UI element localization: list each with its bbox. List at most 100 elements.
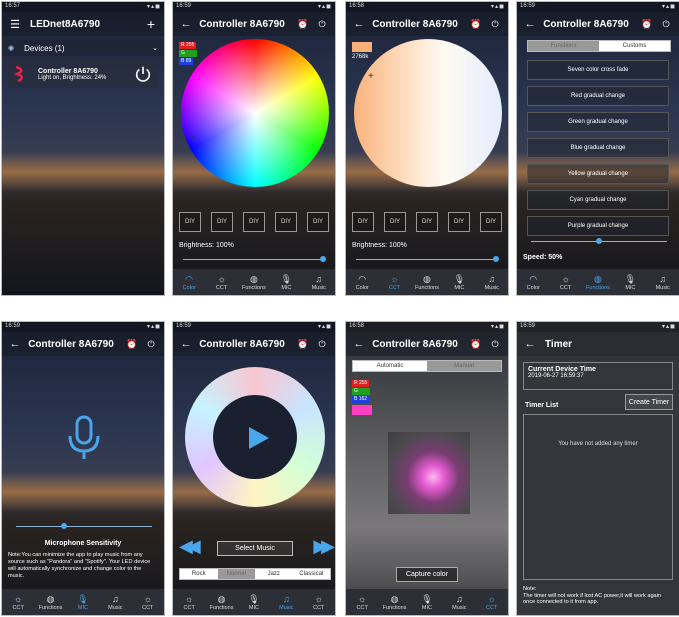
- nav-cct[interactable]: ☼ CCT: [476, 594, 508, 611]
- back-arrow-icon[interactable]: ←: [352, 18, 366, 30]
- nav-cct[interactable]: ☼ CCT: [132, 594, 164, 611]
- alarm-clock-icon[interactable]: ⏰: [469, 19, 483, 30]
- nav-color[interactable]: ◠ Color: [346, 274, 378, 291]
- function-item[interactable]: Red gradual change: [527, 86, 669, 106]
- alarm-clock-icon[interactable]: ⏰: [296, 19, 310, 30]
- alarm-clock-icon[interactable]: ⏰: [296, 339, 310, 350]
- function-item[interactable]: Cyan gradual change: [527, 190, 669, 210]
- diy-button[interactable]: DIY: [416, 212, 438, 232]
- function-item[interactable]: Seven color cross fade: [527, 60, 669, 80]
- devices-header[interactable]: ◉ Devices (1) ⌄: [2, 40, 164, 56]
- color-icon: ◠: [529, 273, 538, 284]
- nav-cct[interactable]: ☼ CCT: [206, 274, 238, 291]
- brightness-slider[interactable]: [356, 259, 496, 260]
- diy-button[interactable]: DIY: [352, 212, 374, 232]
- back-arrow-icon[interactable]: ←: [523, 338, 537, 350]
- alarm-clock-icon[interactable]: ⏰: [469, 339, 483, 350]
- nav-cct[interactable]: ☼ CCT: [379, 274, 411, 291]
- nav-functions[interactable]: ◍ Functions: [411, 274, 443, 291]
- power-icon[interactable]: ⏻: [315, 339, 329, 350]
- back-arrow-icon[interactable]: ←: [179, 18, 193, 30]
- tab-customs[interactable]: Customs: [599, 41, 670, 51]
- plus-icon[interactable]: +: [144, 16, 158, 32]
- nav-music[interactable]: ♫ Music: [476, 274, 508, 291]
- power-icon[interactable]: ⏻: [488, 339, 502, 350]
- function-item[interactable]: Blue gradual change: [527, 138, 669, 158]
- brightness-slider-knob[interactable]: [493, 256, 499, 262]
- play-icon[interactable]: [247, 426, 271, 450]
- back-arrow-icon[interactable]: ←: [523, 18, 537, 30]
- brightness-slider-knob[interactable]: [320, 256, 326, 262]
- function-item[interactable]: Yellow gradual change: [527, 164, 669, 184]
- back-arrow-icon[interactable]: ←: [179, 338, 193, 350]
- rewind-icon[interactable]: ◀◀: [179, 536, 201, 557]
- nav-music[interactable]: ♫ Music: [99, 594, 131, 611]
- genre-rock[interactable]: Rock: [180, 569, 218, 579]
- mic-sensitivity-slider[interactable]: [16, 526, 152, 527]
- power-icon[interactable]: ⏻: [144, 339, 158, 350]
- nav-functions[interactable]: ◍ Functions: [582, 274, 614, 291]
- nav-mic[interactable]: 🎙 MIC: [238, 594, 270, 611]
- capture-color-button[interactable]: Capture color: [396, 567, 458, 582]
- status-bar: 16:57 ▾▴◼: [2, 2, 164, 12]
- genre-normal[interactable]: Normal: [217, 569, 255, 579]
- nav-functions[interactable]: ◍ Functions: [206, 594, 238, 611]
- nav-cct[interactable]: ☼ CCT: [346, 594, 378, 611]
- nav-cct[interactable]: ☼ CCT: [550, 274, 582, 291]
- power-icon[interactable]: ⏻: [315, 19, 329, 30]
- nav-color[interactable]: ◠ Color: [173, 274, 205, 291]
- nav-color[interactable]: ◠ Color: [517, 274, 549, 291]
- nav-functions[interactable]: ◍ Functions: [379, 594, 411, 611]
- nav-mic[interactable]: 🎙 MIC: [270, 274, 302, 291]
- diy-button[interactable]: DIY: [384, 212, 406, 232]
- power-icon[interactable]: [134, 65, 152, 83]
- diy-button[interactable]: DIY: [211, 212, 233, 232]
- nav-mic[interactable]: 🎙 MIC: [614, 274, 646, 291]
- fast-forward-icon[interactable]: ▶▶: [313, 536, 335, 557]
- function-item[interactable]: Green gradual change: [527, 112, 669, 132]
- genre-classical[interactable]: Classical: [292, 569, 330, 579]
- device-row[interactable]: Controller 8A6790 Light on, Brightness: …: [8, 60, 158, 88]
- tab-functions[interactable]: Functions: [528, 41, 599, 51]
- power-icon[interactable]: ⏻: [659, 19, 673, 30]
- nav-cct[interactable]: ☼ CCT: [2, 594, 34, 611]
- nav-music[interactable]: ♫ Music: [647, 274, 679, 291]
- diy-button[interactable]: DIY: [243, 212, 265, 232]
- function-item[interactable]: Purple gradual change: [527, 216, 669, 236]
- nav-cct[interactable]: ☼ CCT: [173, 594, 205, 611]
- power-icon[interactable]: ⏻: [488, 19, 502, 30]
- microphone-icon[interactable]: [62, 414, 106, 464]
- diy-button[interactable]: DIY: [480, 212, 502, 232]
- nav-mic[interactable]: 🎙 MIC: [411, 594, 443, 611]
- diy-button[interactable]: DIY: [275, 212, 297, 232]
- genre-jazz[interactable]: Jazz: [255, 569, 293, 579]
- menu-icon[interactable]: ☰: [8, 18, 22, 31]
- nav-music[interactable]: ♫ Music: [443, 594, 475, 611]
- tab-manual[interactable]: Manual: [427, 361, 501, 371]
- nav-music[interactable]: ♫ Music: [303, 274, 335, 291]
- color-picker-cursor[interactable]: +: [190, 134, 196, 144]
- nav-music[interactable]: ♫ Music: [270, 594, 302, 611]
- diy-button[interactable]: DIY: [179, 212, 201, 232]
- diy-button[interactable]: DIY: [307, 212, 329, 232]
- tab-automatic[interactable]: Automatic: [353, 361, 427, 371]
- color-wheel[interactable]: [181, 39, 329, 187]
- cct-wheel[interactable]: [354, 39, 502, 187]
- speed-slider-knob[interactable]: [596, 238, 602, 244]
- nav-functions[interactable]: ◍ Functions: [238, 274, 270, 291]
- brightness-slider[interactable]: [183, 259, 323, 260]
- nav-mic[interactable]: 🎙 MIC: [67, 594, 99, 611]
- alarm-clock-icon[interactable]: ⏰: [640, 19, 654, 30]
- select-music-button[interactable]: Select Music: [217, 541, 293, 556]
- back-arrow-icon[interactable]: ←: [8, 338, 22, 350]
- nav-mic[interactable]: 🎙 MIC: [443, 274, 475, 291]
- nav-functions[interactable]: ◍ Functions: [35, 594, 67, 611]
- color-picker-cursor[interactable]: +: [368, 72, 374, 82]
- diy-button[interactable]: DIY: [448, 212, 470, 232]
- nav-cct[interactable]: ☼ CCT: [303, 594, 335, 611]
- mic-sensitivity-slider-knob[interactable]: [60, 523, 67, 529]
- chevron-down-icon[interactable]: ⌄: [152, 44, 158, 52]
- alarm-clock-icon[interactable]: ⏰: [125, 339, 139, 350]
- create-timer-button[interactable]: Create Timer: [625, 394, 673, 410]
- back-arrow-icon[interactable]: ←: [352, 338, 366, 350]
